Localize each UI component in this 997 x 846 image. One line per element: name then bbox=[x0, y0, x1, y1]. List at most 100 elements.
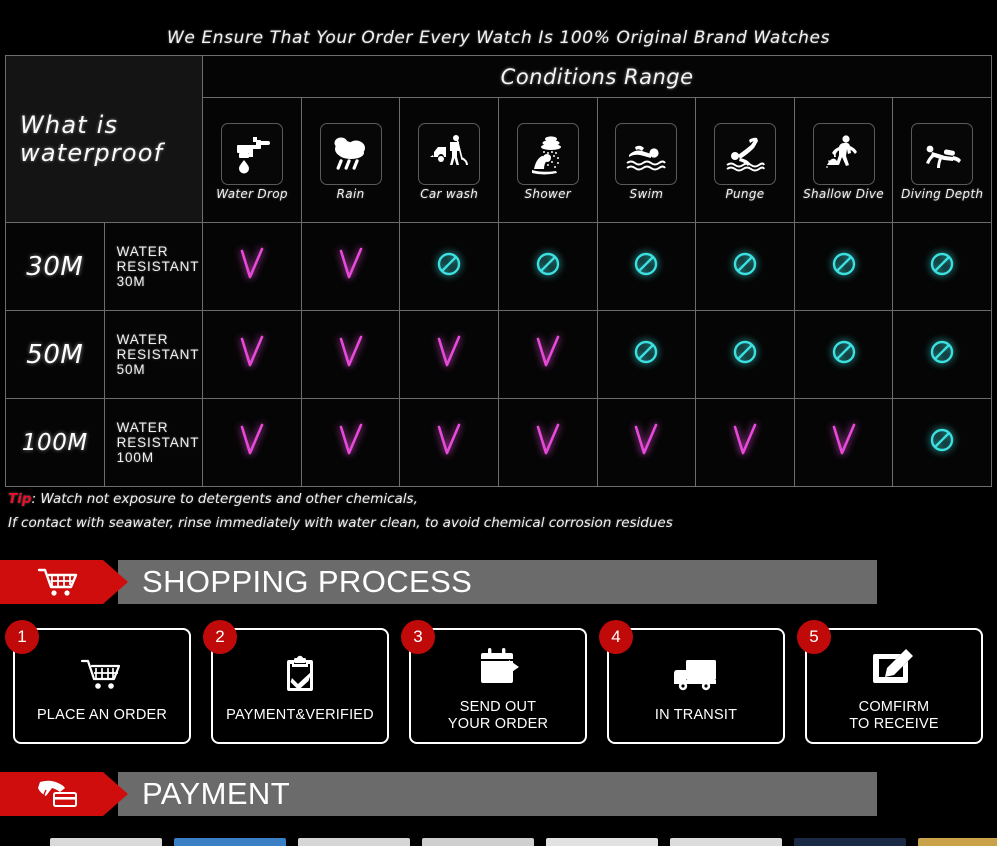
column-head-shower: Shower bbox=[497, 97, 598, 223]
mark-cell bbox=[695, 398, 795, 487]
step-card[interactable]: IN TRANSIT bbox=[607, 628, 785, 744]
mark-cell bbox=[399, 222, 499, 311]
step-number: 3 bbox=[401, 620, 435, 654]
payment-method-box[interactable] bbox=[546, 838, 658, 846]
step-payment-verified[interactable]: PAYMENT&VERIFIED 2 bbox=[203, 620, 389, 744]
step-number: 2 bbox=[203, 620, 237, 654]
resistance-description: WATER RESISTANT 30M bbox=[103, 222, 204, 311]
table-row: 30M WATER RESISTANT 30M bbox=[5, 222, 992, 311]
mark-cell bbox=[202, 398, 302, 487]
shopping-process-banner: SHOPPING PROCESS bbox=[0, 560, 877, 604]
tip-text: Tip: Watch not exposure to detergents an… bbox=[8, 487, 988, 535]
mark-cell bbox=[892, 222, 992, 311]
scuba-diving-icon bbox=[911, 123, 974, 185]
mark-cell bbox=[300, 222, 401, 311]
mark-cell bbox=[497, 310, 598, 399]
what-is-waterproof-header: What is waterproof bbox=[4, 55, 204, 223]
payment-methods-strip bbox=[0, 836, 997, 846]
check-mark-icon bbox=[434, 423, 464, 457]
payment-method-box[interactable] bbox=[174, 838, 286, 846]
payment-banner: PAYMENT bbox=[0, 772, 877, 816]
mark-cell bbox=[892, 398, 992, 487]
mark-cell bbox=[596, 310, 697, 399]
check-mark-icon bbox=[829, 423, 859, 457]
step-number: 5 bbox=[797, 620, 831, 654]
payment-method-box[interactable] bbox=[918, 838, 997, 846]
step-send-out-your-order[interactable]: SEND OUT YOUR ORDER 3 bbox=[401, 620, 587, 744]
resistance-description: WATER RESISTANT 100M bbox=[103, 398, 204, 487]
check-mark-icon bbox=[533, 423, 563, 457]
mark-cell bbox=[695, 222, 795, 311]
column-label: Swim bbox=[629, 187, 664, 201]
column-head-punge: Punge bbox=[695, 97, 795, 223]
tip-line-2: If contact with seawater, rinse immediat… bbox=[8, 515, 673, 531]
mark-cell bbox=[793, 222, 894, 311]
check-mark-icon bbox=[237, 335, 267, 369]
payment-method-box[interactable] bbox=[298, 838, 410, 846]
step-caption-line-1: PAYMENT&VERIFIED bbox=[226, 707, 374, 723]
mark-cell bbox=[300, 310, 401, 399]
mark-cell bbox=[202, 310, 302, 399]
check-mark-icon bbox=[336, 335, 366, 369]
payment-method-box[interactable] bbox=[50, 838, 162, 846]
step-caption: COMFIRM TO RECEIVE bbox=[849, 699, 939, 733]
step-number: 4 bbox=[599, 620, 633, 654]
tip-keyword: Tip bbox=[8, 491, 32, 507]
column-label: Car wash bbox=[420, 187, 479, 201]
check-mark-icon bbox=[237, 247, 267, 281]
mark-cell bbox=[300, 398, 401, 487]
prohibited-icon bbox=[831, 339, 857, 365]
prohibited-icon bbox=[633, 339, 659, 365]
mark-cell bbox=[793, 310, 894, 399]
column-label: Diving Depth bbox=[901, 187, 984, 201]
column-head-car-wash: Car wash bbox=[399, 97, 499, 223]
delivery-truck-icon bbox=[670, 650, 722, 700]
mark-cell bbox=[596, 398, 697, 487]
prohibited-icon bbox=[929, 339, 955, 365]
column-label: Shower bbox=[524, 187, 572, 201]
step-card[interactable]: SEND OUT YOUR ORDER bbox=[409, 628, 587, 744]
conditions-range-header: Conditions Range bbox=[202, 55, 992, 98]
check-mark-icon bbox=[336, 423, 366, 457]
step-comfirm-to-receive[interactable]: COMFIRM TO RECEIVE 5 bbox=[797, 620, 983, 744]
mark-cell bbox=[596, 222, 697, 311]
column-head-shallow-dive: Shallow Dive bbox=[793, 97, 894, 223]
step-in-transit[interactable]: IN TRANSIT 4 bbox=[599, 620, 785, 744]
check-mark-icon bbox=[336, 247, 366, 281]
step-number: 1 bbox=[5, 620, 39, 654]
payment-method-box[interactable] bbox=[794, 838, 906, 846]
product-detail-page: We Ensure That Your Order Every Watch Is… bbox=[0, 0, 997, 846]
prohibited-icon bbox=[929, 427, 955, 453]
prohibited-icon bbox=[732, 339, 758, 365]
check-mark-icon bbox=[237, 423, 267, 457]
payment-method-box[interactable] bbox=[422, 838, 534, 846]
prohibited-icon bbox=[831, 251, 857, 277]
prohibited-icon bbox=[535, 251, 561, 277]
shopping-cart-icon bbox=[37, 568, 78, 596]
step-caption-line-2: TO RECEIVE bbox=[849, 715, 939, 732]
check-mark-icon bbox=[533, 335, 563, 369]
mark-cell bbox=[399, 398, 499, 487]
payment-method-box[interactable] bbox=[670, 838, 782, 846]
prohibited-icon bbox=[436, 251, 462, 277]
step-caption-line-1: SEND OUT bbox=[459, 698, 537, 715]
step-place-an-order[interactable]: PLACE AN ORDER 1 bbox=[5, 620, 191, 744]
resistance-description: WATER RESISTANT 50M bbox=[103, 310, 204, 399]
tip-line-1-text: : Watch not exposure to detergents and o… bbox=[31, 491, 418, 507]
check-mark-icon bbox=[730, 423, 760, 457]
depth-label: 100M bbox=[5, 398, 105, 487]
mark-cell bbox=[497, 222, 598, 311]
banner-tag bbox=[0, 772, 128, 816]
mark-cell bbox=[399, 310, 499, 399]
step-card[interactable]: PAYMENT&VERIFIED bbox=[211, 628, 389, 744]
shower-icon bbox=[516, 123, 579, 185]
step-card[interactable]: PLACE AN ORDER bbox=[13, 628, 191, 744]
column-head-rain: Rain bbox=[300, 97, 401, 223]
prohibited-icon bbox=[732, 251, 758, 277]
table-row: 50M WATER RESISTANT 50M bbox=[5, 310, 992, 399]
mark-cell bbox=[695, 310, 795, 399]
hand-card-swipe-icon bbox=[38, 780, 77, 807]
step-card[interactable]: COMFIRM TO RECEIVE bbox=[805, 628, 983, 744]
swimmer-icon bbox=[615, 123, 678, 185]
clipboard-check-icon bbox=[278, 650, 322, 700]
